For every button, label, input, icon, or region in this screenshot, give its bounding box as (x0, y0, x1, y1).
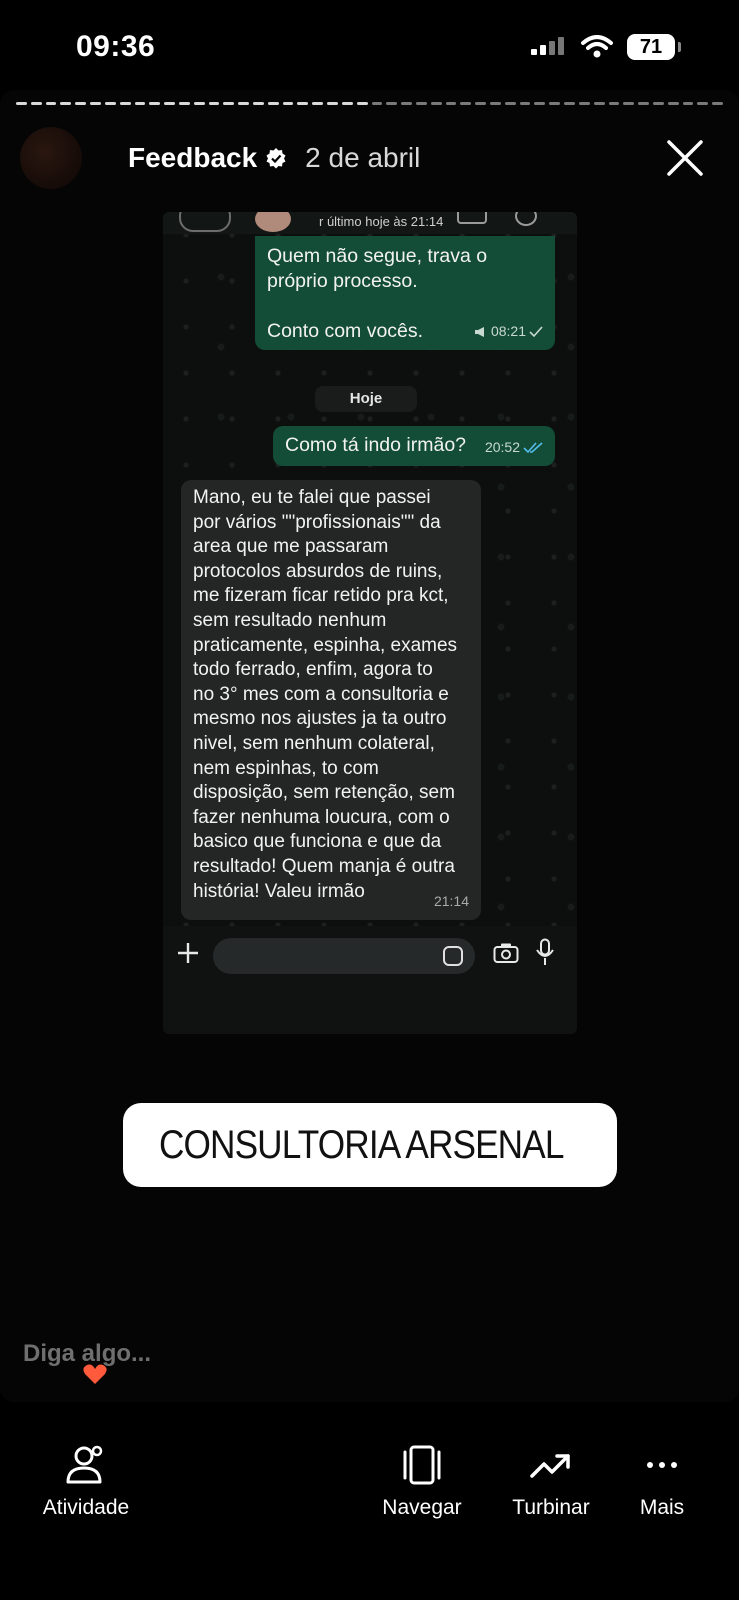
message-line: Mano, eu te falei que passei (193, 487, 431, 508)
story-viewer[interactable]: Feedback 2 de abril r último hoje às 21:… (0, 90, 739, 1402)
message-time: 21:14 (433, 893, 469, 910)
message-line: protocolos absurdos de ruins, (193, 560, 443, 582)
message-bubble-incoming: Mano, eu te falei que passei por vários "… (181, 480, 481, 920)
sticker-icon (443, 946, 463, 966)
chat-header: r último hoje às 21:14 (163, 212, 577, 234)
boost-label: Turbinar (512, 1496, 590, 1519)
message-line: no 3° mes com a consultoria e (193, 683, 449, 705)
browse-button[interactable]: Navegar (374, 1444, 470, 1520)
heart-icon[interactable] (82, 1362, 108, 1386)
message-line: sem resultado nenhum (193, 609, 387, 631)
message-time: 08:21 (490, 323, 526, 339)
video-call-icon (457, 212, 487, 224)
single-check-icon (529, 325, 543, 337)
story-date: 2 de abril (305, 142, 421, 173)
message-line: história! Valeu irmão (193, 880, 365, 902)
camera-icon (493, 943, 519, 963)
browse-icon (403, 1445, 441, 1485)
double-check-read-icon (523, 441, 543, 453)
message-text: Quem não segue, trava o (267, 245, 488, 267)
message-line: me fizeram ficar retido pra kct, (193, 585, 449, 607)
message-text: próprio processo. (267, 270, 418, 292)
story-progress-bar (16, 102, 723, 106)
status-time: 09:36 (76, 30, 156, 63)
story-header: Feedback 2 de abril (20, 127, 719, 189)
plus-icon (178, 943, 198, 963)
message-line: por vários ""profissionais"" da (193, 511, 441, 533)
link-sticker[interactable]: CONSULTORIA ARSENAL (123, 1103, 617, 1187)
more-button[interactable]: Mais (624, 1444, 700, 1520)
avatar[interactable] (20, 127, 82, 189)
message-line: area que me passaram (193, 536, 389, 558)
chat-input-bar (163, 926, 577, 1034)
more-dots-icon (647, 1462, 677, 1468)
activity-label: Atividade (42, 1496, 130, 1519)
message-text: Como tá indo irmão? (285, 434, 467, 456)
message-meta: 20:52 (485, 435, 543, 460)
chat-input (213, 938, 475, 974)
boost-button[interactable]: Turbinar (496, 1444, 606, 1520)
date-separator: Hoje (315, 386, 417, 412)
contact-avatar (255, 212, 291, 232)
status-icons: 71 (531, 34, 681, 60)
close-icon[interactable] (663, 136, 707, 180)
message-time: 20:52 (484, 439, 520, 455)
activity-icon (66, 1445, 103, 1484)
message-line: nem espinhas, to com (193, 757, 379, 779)
message-meta: 08:21 (474, 319, 543, 344)
message-line: todo ferrado, enfim, agora to (193, 659, 433, 681)
chat-screenshot: r último hoje às 21:14 Quem não segue, t… (163, 212, 577, 1034)
message-bubble-outgoing: Quem não segue, trava o próprio processo… (255, 236, 555, 350)
message-meta: 21:14 (434, 889, 469, 914)
message-line: resultado! Quem manja é outra (193, 855, 455, 877)
message-line: nivel, sem nenhum colateral, (193, 732, 435, 754)
activity-button[interactable]: Atividade (36, 1444, 136, 1520)
more-label: Mais (639, 1496, 685, 1519)
message-line: disposição, sem retenção, sem (193, 782, 455, 804)
message-text: Mano, eu te falei que passei por vários "… (193, 486, 469, 904)
megaphone-icon (474, 326, 484, 337)
link-sticker-label: CONSULTORIA ARSENAL (159, 1122, 564, 1167)
phone-icon (515, 212, 537, 226)
battery-indicator: 71 (627, 34, 681, 60)
verified-badge-icon (266, 148, 286, 169)
bottom-toolbar: Atividade Navegar Turbinar Mais (0, 1402, 739, 1600)
message-bubble-outgoing: Como tá indo irmão? 20:52 (273, 426, 555, 466)
message-line: praticamente, espinha, exames (193, 634, 458, 656)
last-seen-text: r último hoje às 21:14 (319, 214, 444, 229)
message-line: mesmo nos ajustes ja ta outro (193, 708, 447, 730)
signal-icon (531, 37, 564, 55)
trending-up-icon (530, 1454, 570, 1478)
microphone-icon (536, 938, 554, 965)
story-account-name[interactable]: Feedback (128, 142, 257, 174)
browse-label: Navegar (382, 1496, 462, 1519)
message-line: fazer nenhuma loucura, com o (193, 806, 450, 828)
wifi-icon (581, 35, 613, 58)
back-icon (179, 212, 231, 232)
message-line: basico que funciona e que da (193, 831, 442, 853)
